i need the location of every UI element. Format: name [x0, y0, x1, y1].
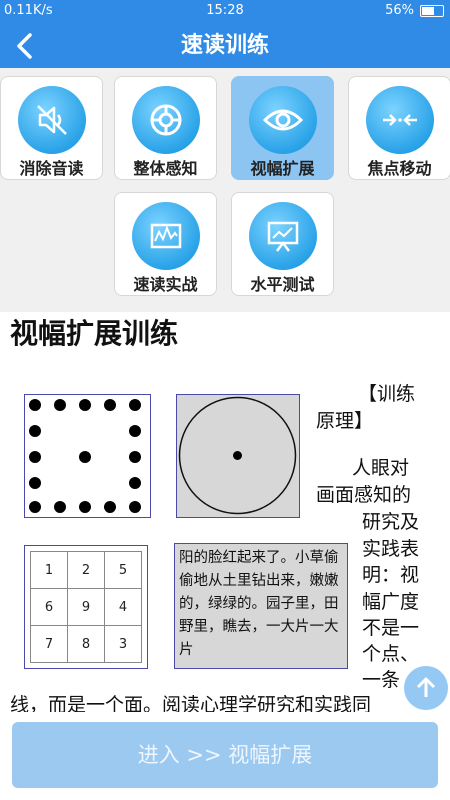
- dot: [129, 399, 141, 411]
- dot: [29, 399, 41, 411]
- dot: [54, 399, 66, 411]
- presentation-board-icon: [249, 202, 317, 270]
- grid-cell: 1: [30, 551, 68, 589]
- book-chart-icon: [132, 202, 200, 270]
- battery-percent: 56%: [385, 3, 414, 18]
- body-line: 画面感知的: [316, 484, 412, 506]
- dot: [79, 399, 91, 411]
- menu-item-label: 消除音读: [19, 159, 84, 178]
- grid-cell: 4: [104, 588, 142, 626]
- grid-cell: 5: [104, 551, 142, 589]
- status-bar: 0.11K/s 15:28 56%: [0, 0, 450, 24]
- back-button[interactable]: [6, 24, 42, 68]
- battery-icon: [420, 4, 444, 17]
- body-line: 不是一: [362, 617, 420, 639]
- body-line: 研究及: [362, 511, 420, 533]
- menu-item-label: 速读实战: [133, 275, 198, 294]
- principle-heading: 原理】: [316, 410, 374, 432]
- dot: [29, 451, 41, 463]
- body-line: 实践表: [362, 538, 420, 560]
- dot: [104, 399, 116, 411]
- number-grid-figure: 1 2 5 6 9 4 7 8 3: [24, 545, 148, 669]
- grid-cell: 3: [104, 625, 142, 663]
- dot: [104, 501, 116, 513]
- body-line: 明：视: [362, 564, 420, 586]
- chevron-left-icon: [17, 33, 32, 59]
- number-grid: 1 2 5 6 9 4 7 8 3: [30, 551, 142, 663]
- menu-item-label: 焦点移动: [367, 159, 432, 178]
- dot: [29, 477, 41, 489]
- circle-dot-icon: [178, 396, 297, 515]
- page-title: 速读训练: [180, 33, 269, 58]
- grid-cell: 8: [67, 625, 105, 663]
- clock: 15:28: [206, 3, 244, 18]
- body-line: 幅广度: [362, 591, 420, 613]
- dot: [129, 477, 141, 489]
- eye-icon: [249, 86, 317, 154]
- principle-heading: 【训练: [358, 383, 416, 405]
- body-line: 线，而是一个面。阅读心理学研究和实践同: [10, 694, 372, 712]
- dot: [129, 451, 141, 463]
- menu-item-focus-move[interactable]: 焦点移动: [348, 76, 450, 180]
- menu-item-label: 水平测试: [250, 275, 315, 294]
- mute-speaker-icon: [18, 86, 86, 154]
- dot: [79, 501, 91, 513]
- menu-item-label: 视幅扩展: [250, 159, 315, 178]
- dot: [29, 501, 41, 513]
- menu-item-label: 整体感知: [133, 159, 198, 178]
- menu-item-eliminate-subvocal[interactable]: 消除音读: [0, 76, 103, 180]
- menu-item-visual-span[interactable]: 视幅扩展: [231, 76, 334, 180]
- content-title: 视幅扩展训练: [10, 317, 179, 350]
- dot: [129, 425, 141, 437]
- circle-focus-figure: [176, 394, 300, 518]
- app-header: 速读训练: [0, 24, 450, 68]
- enter-training-button[interactable]: 进入 >> 视幅扩展: [12, 722, 438, 788]
- menu-item-level-test[interactable]: 水平测试: [231, 192, 334, 296]
- body-line: 人眼对: [352, 457, 410, 479]
- menu-item-speed-practice[interactable]: 速读实战: [114, 192, 217, 296]
- grid-cell: 7: [30, 625, 68, 663]
- dot: [29, 425, 41, 437]
- focus-arrows-icon: [366, 86, 434, 154]
- scroll-top-button[interactable]: [404, 666, 448, 710]
- grid-cell: 6: [30, 588, 68, 626]
- training-menu: 消除音读 整体感知 视幅扩展 焦点移动 速读实战 水平测试: [0, 68, 450, 312]
- lifebuoy-icon: [132, 86, 200, 154]
- menu-item-overall-perception[interactable]: 整体感知: [114, 76, 217, 180]
- arrow-up-icon: [416, 677, 436, 697]
- dot: [129, 501, 141, 513]
- dots-square-figure: [24, 394, 151, 518]
- dot: [79, 451, 91, 463]
- sample-text-figure: 阳的脸红起来了。小草偷偷地从土里钻出来，嫩嫩的，绿绿的。园子里，田野里，瞧去，一…: [174, 543, 348, 669]
- body-line: 个点、: [362, 643, 420, 665]
- dot: [54, 501, 66, 513]
- grid-cell: 9: [67, 588, 105, 626]
- grid-cell: 2: [67, 551, 105, 589]
